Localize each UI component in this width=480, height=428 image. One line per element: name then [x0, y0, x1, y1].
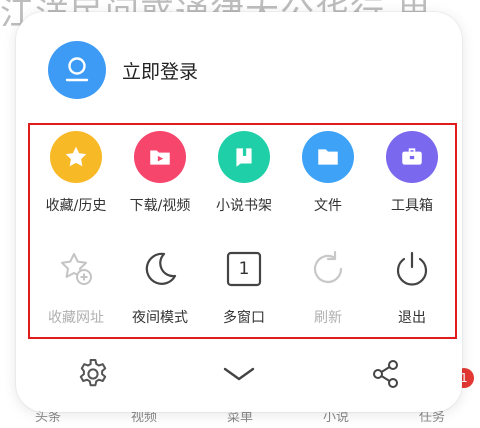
menu-item-label: 工具箱 — [391, 198, 433, 214]
menu-item-toolbox[interactable]: 工具箱 — [370, 131, 454, 215]
toolbox-icon — [386, 131, 438, 183]
login-row[interactable]: 立即登录 — [48, 40, 198, 100]
menu-grid-highlight: 收藏/历史 下载/视频 小说书架 文件 工具箱 收藏网址 夜间模式 1 多窗口 … — [28, 123, 457, 339]
add-bookmark-icon — [50, 243, 102, 295]
window-count-icon: 1 — [218, 243, 270, 295]
menu-item-label: 夜间模式 — [132, 310, 188, 326]
menu-bottom-bar — [16, 344, 462, 400]
menu-item-label: 多窗口 — [223, 310, 265, 326]
gear-icon — [79, 359, 107, 387]
book-icon — [218, 131, 270, 183]
menu-item-label: 退出 — [398, 310, 426, 326]
menu-item-label: 刷新 — [314, 310, 342, 326]
user-icon — [65, 57, 89, 82]
share-button[interactable] — [366, 354, 406, 394]
folder-icon — [302, 131, 354, 183]
window-count: 1 — [238, 259, 250, 279]
menu-item-label: 收藏/历史 — [45, 198, 107, 214]
avatar[interactable] — [48, 41, 106, 99]
menu-item-label: 文件 — [314, 198, 342, 214]
menu-item-label: 小说书架 — [216, 198, 272, 214]
moon-icon — [134, 243, 186, 295]
menu-item-exit[interactable]: 退出 — [370, 243, 454, 327]
download-video-icon — [134, 131, 186, 183]
menu-item-label: 收藏网址 — [48, 310, 104, 326]
menu-item-files[interactable]: 文件 — [286, 131, 370, 215]
collapse-button[interactable] — [219, 354, 259, 394]
menu-item-favorites-history[interactable]: 收藏/历史 — [34, 131, 118, 215]
menu-item-label: 下载/视频 — [129, 198, 191, 214]
menu-item-bookmark-site[interactable]: 收藏网址 — [34, 243, 118, 327]
menu-item-novel-shelf[interactable]: 小说书架 — [202, 131, 286, 215]
menu-sheet: 立即登录 收藏/历史 下载/视频 小说书架 文件 工具箱 收藏网址 夜间模式 1… — [16, 12, 462, 412]
refresh-icon — [302, 243, 354, 295]
menu-item-downloads-video[interactable]: 下载/视频 — [118, 131, 202, 215]
settings-button[interactable] — [73, 354, 113, 394]
menu-item-night-mode[interactable]: 夜间模式 — [118, 243, 202, 327]
power-icon — [386, 243, 438, 295]
chevron-down-icon — [223, 367, 255, 381]
menu-item-refresh[interactable]: 刷新 — [286, 243, 370, 327]
menu-item-multi-window[interactable]: 1 多窗口 — [202, 243, 286, 327]
share-icon — [373, 360, 398, 388]
login-label[interactable]: 立即登录 — [122, 57, 198, 84]
star-icon — [50, 131, 102, 183]
